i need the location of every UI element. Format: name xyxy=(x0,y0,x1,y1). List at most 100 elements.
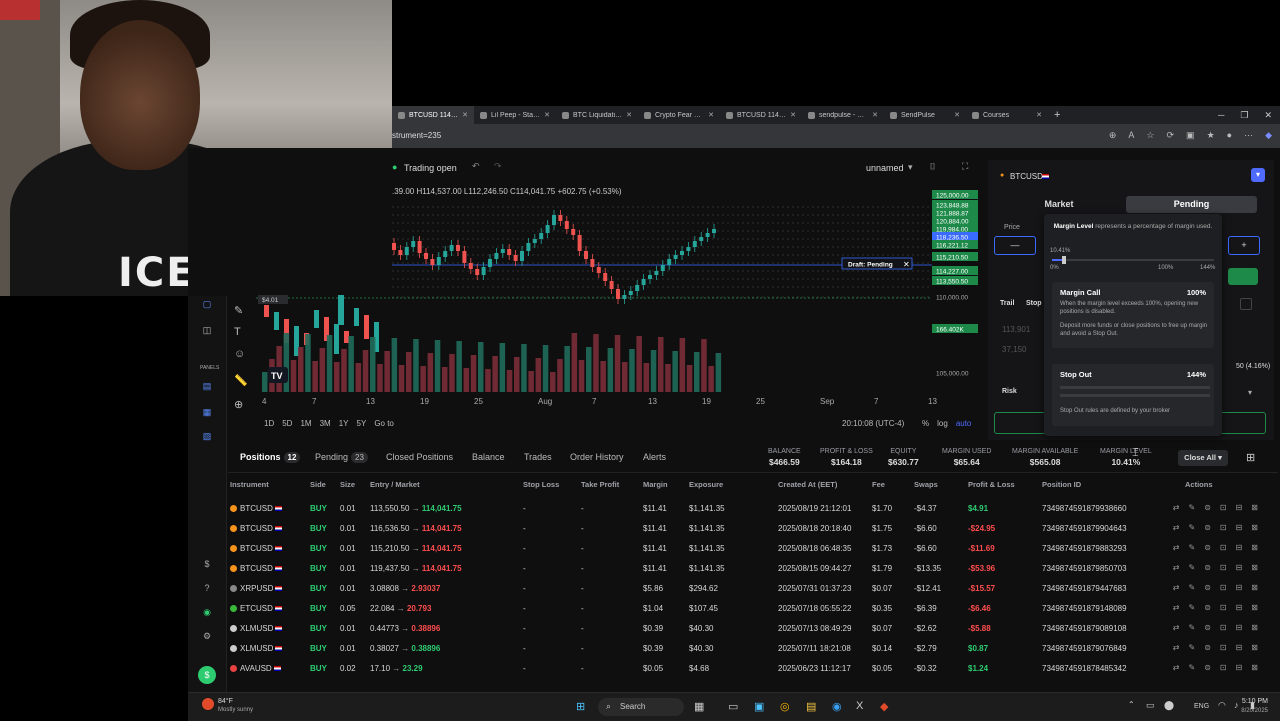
take-profit-cell[interactable]: - xyxy=(581,624,584,633)
scale-option[interactable]: % xyxy=(922,419,929,428)
instrument-cell[interactable]: BTCUSD xyxy=(230,544,282,553)
edit-icon[interactable]: ✎ xyxy=(1188,663,1195,672)
expand-icon[interactable]: ⊟ xyxy=(1236,563,1243,572)
column-header[interactable]: Margin xyxy=(643,480,668,489)
panel-1-icon[interactable]: ▤ xyxy=(200,380,214,392)
camera-icon[interactable]: ⌷ xyxy=(930,161,935,172)
column-header[interactable]: Actions xyxy=(1185,480,1213,489)
stop-value[interactable]: 113,901 xyxy=(1002,325,1030,334)
take-profit-cell[interactable]: - xyxy=(581,524,584,533)
bottom-tab[interactable]: Alerts xyxy=(643,452,666,462)
share-icon[interactable]: ⇄ xyxy=(1173,583,1180,592)
dollar-icon[interactable]: $ xyxy=(200,558,214,570)
stop-loss-cell[interactable]: - xyxy=(523,624,526,633)
close-position-icon[interactable]: ⊠ xyxy=(1251,663,1258,672)
instrument-cell[interactable]: ETCUSD xyxy=(230,604,282,613)
table-row[interactable]: XLMUSD BUY 0.01 0.44773 → 0.38896 - - $0.39 $40… xyxy=(228,618,1278,638)
share-icon[interactable]: ⇄ xyxy=(1173,623,1180,632)
edit-icon[interactable]: ✎ xyxy=(1188,643,1195,652)
new-tab-button[interactable]: + xyxy=(1048,109,1066,121)
close-position-icon[interactable]: ⊠ xyxy=(1251,643,1258,652)
column-header[interactable]: Position ID xyxy=(1042,480,1081,489)
edit-icon[interactable]: ✎ xyxy=(1188,623,1195,632)
price-decrement-button[interactable]: — xyxy=(994,236,1036,255)
panel-toggle-icon[interactable]: ▢ xyxy=(200,298,214,310)
clock-date[interactable]: 8/20/2025 xyxy=(1241,708,1268,714)
close-position-icon[interactable]: ⊠ xyxy=(1251,543,1258,552)
instrument-cell[interactable]: BTCUSD xyxy=(230,504,282,513)
redo-icon[interactable]: ↷ xyxy=(494,161,502,172)
mic-icon[interactable]: ⬤ xyxy=(1164,700,1174,711)
partial-close-icon[interactable]: ⊡ xyxy=(1220,523,1227,532)
network-tray-icon[interactable]: ▭ xyxy=(1146,700,1155,711)
copilot-icon[interactable]: ◆ xyxy=(1265,130,1272,141)
table-row[interactable]: BTCUSD BUY 0.01 113,550.50 → 114,041.75 - - $1… xyxy=(228,498,1278,518)
column-header[interactable]: Fee xyxy=(872,480,885,489)
widgets-icon[interactable]: ▦ xyxy=(694,700,704,713)
reverse-icon[interactable]: ⊜ xyxy=(1204,603,1211,612)
tray-chevron-icon[interactable]: ⌃ xyxy=(1128,700,1135,709)
column-header[interactable]: Profit & Loss xyxy=(968,480,1015,489)
tab-close-icon[interactable]: ✕ xyxy=(462,111,468,119)
table-row[interactable]: AVAUSD BUY 0.02 17.10 → 23.29 - - $0.05 $4.68 20… xyxy=(228,658,1278,678)
reverse-icon[interactable]: ⊜ xyxy=(1204,523,1211,532)
browser-tab[interactable]: SendPulse ✕ xyxy=(884,106,966,124)
scale-option[interactable]: auto xyxy=(956,419,972,428)
expand-icon[interactable]: ⊟ xyxy=(1236,583,1243,592)
close-all-button[interactable]: Close All ▾ xyxy=(1178,450,1228,466)
app-icon[interactable]: ◆ xyxy=(880,700,888,713)
chevron-down-icon[interactable]: ▾ xyxy=(908,162,913,173)
take-profit-cell[interactable]: - xyxy=(581,584,584,593)
bottom-tab[interactable]: Trades xyxy=(524,452,552,462)
browser-tab[interactable]: BTCUSD 114,041.75 ✕ xyxy=(392,106,474,124)
edit-icon[interactable]: ✎ xyxy=(1188,563,1195,572)
stop-loss-cell[interactable]: - xyxy=(523,564,526,573)
collections-icon[interactable]: ▣ xyxy=(1186,130,1195,141)
grid-layout-icon[interactable]: ⊞ xyxy=(1246,451,1255,464)
store-icon[interactable]: ▣ xyxy=(754,700,764,713)
share-icon[interactable]: ⇄ xyxy=(1173,663,1180,672)
clock-time[interactable]: 5:10 PM xyxy=(1242,698,1268,705)
share-icon[interactable]: ⇄ xyxy=(1173,523,1180,532)
instrument-cell[interactable]: XLMUSD xyxy=(230,624,283,633)
table-row[interactable]: ETCUSD BUY 0.05 22.084 → 20.793 - - $1.04 $107.… xyxy=(228,598,1278,618)
pen-icon[interactable]: ✎ xyxy=(234,304,243,317)
stop-value-2[interactable]: 37,150 xyxy=(1002,345,1026,354)
column-header[interactable]: Size xyxy=(340,480,355,489)
market-tab[interactable]: Market xyxy=(994,196,1124,213)
close-position-icon[interactable]: ⊠ xyxy=(1251,523,1258,532)
panel-collapse-icon[interactable]: ▾ xyxy=(1251,168,1265,182)
expand-icon[interactable]: ⊟ xyxy=(1236,543,1243,552)
expand-icon[interactable]: ⊟ xyxy=(1236,503,1243,512)
fullscreen-icon[interactable]: ⛶ xyxy=(962,161,968,172)
take-profit-cell[interactable]: - xyxy=(581,544,584,553)
partial-close-icon[interactable]: ⊡ xyxy=(1220,563,1227,572)
reverse-icon[interactable]: ⊜ xyxy=(1204,503,1211,512)
share-icon[interactable]: ⇄ xyxy=(1173,643,1180,652)
table-row[interactable]: BTCUSD BUY 0.01 116,536.50 → 114,041.75 - - $1… xyxy=(228,518,1278,538)
reverse-icon[interactable]: ⊜ xyxy=(1204,583,1211,592)
x-app-icon[interactable]: X xyxy=(856,700,863,712)
tab-close-icon[interactable]: ✕ xyxy=(872,111,878,119)
undo-icon[interactable]: ↶ xyxy=(472,161,480,172)
period-button[interactable]: 1M xyxy=(300,419,311,428)
period-button[interactable]: Go to xyxy=(374,419,394,428)
account-avatar[interactable]: $ xyxy=(198,666,216,684)
take-profit-cell[interactable]: - xyxy=(581,564,584,573)
browser-tab[interactable]: sendpulse - Search ✕ xyxy=(802,106,884,124)
minimize-icon[interactable]: ─ xyxy=(1218,110,1224,121)
stop-loss-cell[interactable]: - xyxy=(523,604,526,613)
partial-close-icon[interactable]: ⊡ xyxy=(1220,543,1227,552)
period-button[interactable]: 1Y xyxy=(339,419,349,428)
stop-loss-cell[interactable]: - xyxy=(523,644,526,653)
tab-close-icon[interactable]: ✕ xyxy=(708,111,714,119)
stop-loss-cell[interactable]: - xyxy=(523,544,526,553)
column-header[interactable]: Exposure xyxy=(689,480,723,489)
expand-icon[interactable]: ⊟ xyxy=(1236,663,1243,672)
take-profit-cell[interactable]: - xyxy=(581,604,584,613)
browser-tab[interactable]: Lil Peep - Star Shopping ✕ xyxy=(474,106,556,124)
instrument-cell[interactable]: BTCUSD xyxy=(230,564,282,573)
expand-icon[interactable]: ⊟ xyxy=(1236,523,1243,532)
close-position-icon[interactable]: ⊠ xyxy=(1251,503,1258,512)
bottom-tab[interactable]: Order History xyxy=(570,452,624,462)
